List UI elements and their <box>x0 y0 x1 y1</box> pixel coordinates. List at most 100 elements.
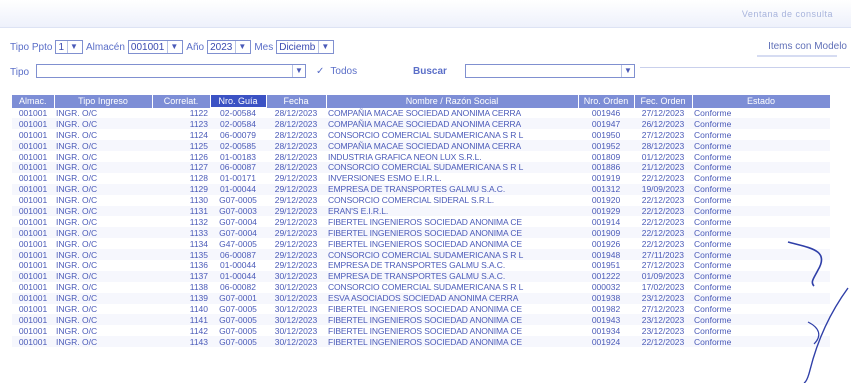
fecha-orden-cell: 27/12/2023 <box>641 107 685 118</box>
table-row[interactable]: 001001 INGR. O/C 1138 06-00082 30/12/2023 CON… <box>12 282 830 293</box>
estado-cell: Conforme <box>692 336 830 348</box>
tipo-label: Tipo <box>10 66 30 78</box>
tipo-ingreso-cell: INGR. O/C <box>56 129 98 140</box>
table-row[interactable]: 001001 INGR. O/C 1136 01-00044 29/12/2023 EMP… <box>12 260 830 271</box>
nro-orden-cell: 001950 <box>591 129 621 140</box>
nro-guia-cell: 02-00585 <box>210 140 266 152</box>
column-header[interactable]: Fec. Orden <box>634 94 693 108</box>
correlativo-cell: 1135 <box>152 249 210 260</box>
tipo-ppto-value: 1 <box>58 41 64 53</box>
column-header[interactable]: Correlat. <box>152 94 211 108</box>
column-header-selected[interactable]: Nro. Guía <box>209 94 267 108</box>
almacen-cell: 001001 <box>12 249 54 260</box>
table-row[interactable]: 001001 INGR. O/C 1132 G07-0004 29/12/2023 FIB… <box>12 216 830 227</box>
window-title: Ventana de consulta <box>741 9 833 19</box>
correlativo-cell: 1130 <box>189 195 208 206</box>
fecha-cell: 29/12/2023 <box>274 260 318 271</box>
column-header[interactable]: Nombre / Razón Social <box>326 94 579 108</box>
fecha-orden-cell: 22/12/2023 <box>634 336 692 348</box>
tipo-ppto-label: Tipo Ppto <box>10 41 53 53</box>
correlativo-cell: 1137 <box>152 270 210 282</box>
table-row[interactable]: 001001 INGR. O/C 1139 G07-0001 30/12/2023 ESV… <box>12 292 830 304</box>
items-con-modelo-link[interactable]: Items con Modelo <box>768 41 847 52</box>
correlativo-cell: 1124 <box>189 129 208 140</box>
column-header[interactable]: Tipo Ingreso <box>54 94 153 108</box>
table-row[interactable]: 001001 INGR. O/C 1133 G07-0004 29/12/2023 FIB… <box>12 227 830 239</box>
buscar-select[interactable]: ▼ <box>465 64 635 78</box>
nro-orden-cell: 001924 <box>578 336 634 348</box>
almacen-select[interactable]: 001001 ▼ <box>127 40 184 54</box>
table-row[interactable]: 001001 INGR. O/C 1141 G07-0005 30/12/2023 FIB… <box>12 314 830 326</box>
razon-social-cell: FIBERTEL INGENIEROS SOCIEDAD ANONIMA CE <box>326 227 578 239</box>
nro-guia-cell: 06-00082 <box>220 282 256 293</box>
chevron-down-icon[interactable]: ▼ <box>292 65 305 77</box>
tipo-ingreso-cell: INGR. O/C <box>54 140 152 152</box>
nro-guia-cell: G07-0005 <box>210 314 266 326</box>
correlativo-cell: 1132 <box>189 216 208 227</box>
correlativo-cell: 1122 <box>189 107 208 118</box>
chevron-down-icon[interactable]: ▼ <box>621 65 634 77</box>
table-row[interactable]: 001001 INGR. O/C 1131 G07-0003 29/12/2023 ERA… <box>12 205 830 217</box>
column-header[interactable]: Almac. <box>12 94 55 108</box>
tipo-ppto-select[interactable]: 1 ▼ <box>55 40 83 54</box>
nro-orden-cell: 001222 <box>578 270 634 282</box>
table-row[interactable]: 001001 INGR. O/C 1129 01-00044 29/12/2023 EMP… <box>12 183 830 195</box>
nro-guia-cell: G07-0004 <box>219 216 257 227</box>
table-row[interactable]: 001001 INGR. O/C 1126 01-00183 28/12/2023 IND… <box>12 151 830 162</box>
razon-social-cell: FIBERTEL INGENIEROS SOCIEDAD ANONIMA CE <box>328 303 523 314</box>
table-row[interactable]: 001001 INGR. O/C 1123 02-00584 28/12/2023 COM… <box>12 118 830 130</box>
fecha-orden-cell: 27/12/2023 <box>641 129 685 140</box>
razon-social-cell: CONSORCIO COMERCIAL SUDAMERICANA S R L <box>326 161 578 173</box>
razon-social-cell: COMPAÑIA MACAE SOCIEDAD ANONIMA CERRA <box>326 140 578 152</box>
nro-orden-cell: 001982 <box>591 303 621 314</box>
fecha-cell: 30/12/2023 <box>266 292 326 304</box>
column-header[interactable]: Fecha <box>266 94 327 108</box>
table-row[interactable]: 001001 INGR. O/C 1130 G07-0005 29/12/2023 CON… <box>12 195 830 206</box>
estado-cell: Conforme <box>692 314 830 326</box>
table-row[interactable]: 001001 INGR. O/C 1122 02-00584 28/12/2023 COM… <box>12 108 830 119</box>
nro-guia-cell: G07-0001 <box>210 292 266 304</box>
anio-select[interactable]: 2023 ▼ <box>207 40 252 54</box>
table-row[interactable]: 001001 INGR. O/C 1125 02-00585 28/12/2023 COM… <box>12 140 830 152</box>
mes-select[interactable]: Diciemb ▼ <box>276 40 335 54</box>
fecha-cell: 28/12/2023 <box>266 140 326 152</box>
almacen-cell: 001001 <box>18 107 48 118</box>
fecha-cell: 30/12/2023 <box>274 282 318 293</box>
table-row[interactable]: 001001 INGR. O/C 1143 G07-0005 30/12/2023 FIB… <box>12 336 830 348</box>
tipo-ingreso-cell: INGR. O/C <box>54 270 152 282</box>
tipo-ingreso-cell: INGR. O/C <box>54 205 152 217</box>
correlativo-cell: 1131 <box>152 205 210 217</box>
table-row[interactable]: 001001 INGR. O/C 1142 G07-0005 30/12/2023 FIB… <box>12 325 830 336</box>
column-header[interactable]: Nro. Orden <box>578 94 635 108</box>
column-header[interactable]: Estado <box>692 94 831 108</box>
table-row[interactable]: 001001 INGR. O/C 1135 06-00087 29/12/2023 CON… <box>12 249 830 260</box>
estado-cell: Conforme <box>692 292 830 304</box>
nro-guia-cell: G07-0005 <box>210 336 266 348</box>
mes-label: Mes <box>254 41 274 53</box>
tipo-select[interactable]: ▼ <box>36 64 306 78</box>
fecha-cell: 30/12/2023 <box>266 336 326 348</box>
chevron-down-icon[interactable]: ▼ <box>318 41 331 53</box>
table-row[interactable]: 001001 INGR. O/C 1137 01-00044 30/12/2023 EMP… <box>12 270 830 282</box>
razon-social-cell: ERAN'S E.I.R.L. <box>326 205 578 217</box>
fecha-cell: 29/12/2023 <box>266 249 326 260</box>
razon-social-cell: EMPRESA DE TRANSPORTES GALMU S.A.C. <box>328 260 506 271</box>
estado-cell: Conforme <box>694 107 732 118</box>
chevron-down-icon[interactable]: ▼ <box>167 41 180 53</box>
nro-guia-cell: G07-0005 <box>219 325 257 336</box>
todos-checkbox[interactable]: ✓ <box>316 66 324 77</box>
table-row[interactable]: 001001 INGR. O/C 1140 G07-0005 30/12/2023 FIB… <box>12 304 830 315</box>
fecha-cell: 29/12/2023 <box>274 216 318 227</box>
divider <box>757 55 837 57</box>
nro-orden-cell: 001943 <box>578 314 634 326</box>
chevron-down-icon[interactable]: ▼ <box>67 41 80 53</box>
table-row[interactable]: 001001 INGR. O/C 1124 06-00079 28/12/2023 CON… <box>12 129 830 140</box>
fecha-orden-cell: 27/12/2023 <box>641 303 685 314</box>
table-row[interactable]: 001001 INGR. O/C 1128 01-00171 29/12/2023 INV… <box>12 173 830 184</box>
chevron-down-icon[interactable]: ▼ <box>235 41 248 53</box>
table-row[interactable]: 001001 INGR. O/C 1127 06-00087 28/12/2023 CON… <box>12 161 830 173</box>
nro-guia-cell: G07-0005 <box>219 195 257 206</box>
correlativo-cell: 1128 <box>189 173 208 184</box>
table-row[interactable]: 001001 INGR. O/C 1134 G47-0005 29/12/2023 FIB… <box>12 238 830 249</box>
fecha-orden-cell: 17/02/2023 <box>641 282 685 293</box>
